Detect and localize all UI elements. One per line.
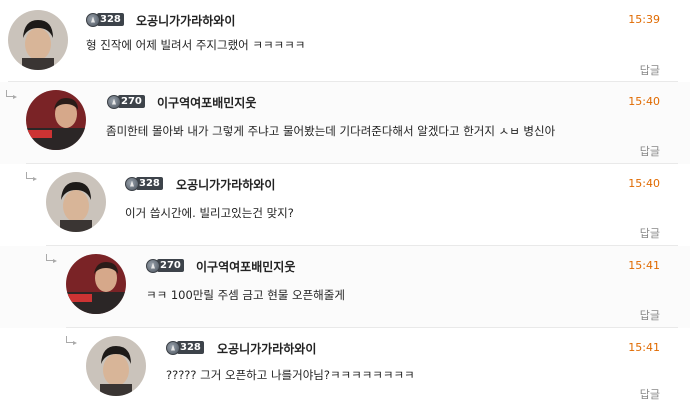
nickname[interactable]: 오공니가가라하와이 [136, 12, 235, 29]
comment-time: 15:39 [628, 13, 660, 26]
comment-item: 328 오공니가가라하와이 15:39 형 진작에 어제 빌려서 주지그랬어 ㅋ… [0, 0, 690, 82]
reply-button[interactable]: 답글 [640, 143, 660, 159]
nickname[interactable]: 이구역여포배민지웃 [157, 94, 256, 111]
comment-time: 15:41 [628, 259, 660, 272]
reply-button[interactable]: 답글 [640, 225, 660, 241]
comment-text: 이거 씁시간에. 빌리고있는건 맞지? [125, 206, 294, 220]
level-number: 328 [177, 341, 204, 354]
comment-text: 좀미한테 몰아봐 내가 그렇게 주냐고 물어봤는데 기다려준다해서 알겠다고 한… [106, 124, 556, 138]
level-number: 270 [157, 259, 184, 272]
level-badge: 270 [146, 258, 184, 273]
comment-time: 15:40 [628, 177, 660, 190]
nickname[interactable]: 이구역여포배민지웃 [196, 258, 295, 275]
level-badge-icon [86, 12, 100, 27]
level-badge: 328 [125, 176, 163, 191]
nickname[interactable]: 오공니가가라하와이 [217, 340, 316, 357]
avatar-image-poster [26, 90, 86, 150]
reply-button[interactable]: 답글 [640, 62, 660, 78]
level-number: 328 [97, 13, 124, 26]
reply-arrow-icon [6, 90, 17, 99]
comment-item: 270 이구역여포배민지웃 15:40 좀미한테 몰아봐 내가 그렇게 주냐고 … [0, 82, 690, 164]
comment-item: 328 오공니가가라하와이 15:40 이거 씁시간에. 빌리고있는건 맞지? … [0, 164, 690, 246]
avatar[interactable] [86, 336, 146, 396]
comment-time: 15:41 [628, 341, 660, 354]
avatar-image-man [8, 10, 68, 70]
avatar[interactable] [66, 254, 126, 314]
comment-time: 15:40 [628, 95, 660, 108]
reply-button[interactable]: 답글 [640, 307, 660, 323]
comment-text: 형 진작에 어제 빌려서 주지그랬어 ㅋㅋㅋㅋㅋ [86, 38, 306, 52]
comment-item: 270 이구역여포배민지웃 15:41 ㅋㅋ 100만릴 주셈 금고 현물 오픈… [0, 246, 690, 328]
comment-list: 328 오공니가가라하와이 15:39 형 진작에 어제 빌려서 주지그랬어 ㅋ… [0, 0, 690, 409]
level-badge: 328 [86, 12, 124, 27]
comment-item: 328 오공니가가라하와이 15:41 ????? 그거 오픈하고 나를거야님?… [0, 328, 690, 409]
level-badge-icon [107, 94, 121, 109]
reply-arrow-icon [26, 172, 37, 181]
avatar[interactable] [26, 90, 86, 150]
level-number: 270 [118, 95, 145, 108]
level-badge: 328 [166, 340, 204, 355]
comment-text: ????? 그거 오픈하고 나를거야님?ㅋㅋㅋㅋㅋㅋㅋㅋ [166, 368, 415, 382]
level-badge-icon [146, 258, 160, 273]
reply-arrow-icon [66, 336, 77, 345]
level-badge-icon [125, 176, 139, 191]
avatar-image-man [46, 172, 106, 232]
level-badge-icon [166, 340, 180, 355]
comment-text: ㅋㅋ 100만릴 주셈 금고 현물 오픈해줄게 [146, 288, 345, 302]
reply-arrow-icon [46, 254, 57, 263]
avatar[interactable] [46, 172, 106, 232]
avatar-image-man [86, 336, 146, 396]
avatar-image-poster [66, 254, 126, 314]
reply-button[interactable]: 답글 [640, 386, 660, 402]
level-badge: 270 [107, 94, 145, 109]
avatar[interactable] [8, 10, 68, 70]
level-number: 328 [136, 177, 163, 190]
nickname[interactable]: 오공니가가라하와이 [176, 176, 275, 193]
